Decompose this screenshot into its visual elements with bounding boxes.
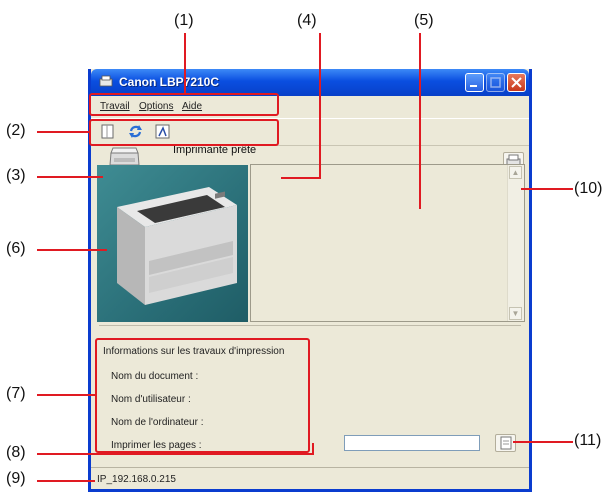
message-pane: ▲ ▼ [250, 164, 525, 322]
leader-4-v [319, 33, 321, 178]
leader-1 [184, 33, 186, 93]
job-details-button[interactable] [495, 434, 516, 452]
maximize-icon [490, 77, 501, 88]
callout-2: (2) [6, 122, 26, 139]
title-bar[interactable]: Canon LBP7210C [91, 69, 529, 96]
printer-app-icon [99, 75, 113, 87]
maximize-button[interactable] [486, 73, 505, 92]
printer-image [97, 165, 248, 322]
minimize-icon [470, 85, 477, 87]
printer-address: IP_192.168.0.215 [97, 474, 176, 485]
callout-11: (11) [574, 432, 602, 449]
callout-9: (9) [6, 470, 26, 487]
leader-9 [37, 480, 95, 482]
callout-6: (6) [6, 240, 26, 257]
leader-11 [513, 441, 573, 443]
callout-3: (3) [6, 167, 26, 184]
callout-1: (1) [174, 12, 194, 29]
minimize-button[interactable] [465, 73, 484, 92]
scroll-up-icon[interactable]: ▲ [509, 166, 522, 179]
callout-4: (4) [297, 12, 317, 29]
scroll-down-icon[interactable]: ▼ [509, 307, 522, 320]
callout-box-job-info [95, 338, 310, 453]
close-button[interactable] [507, 73, 526, 92]
close-icon [511, 77, 522, 88]
callout-5: (5) [414, 12, 434, 29]
leader-3 [37, 176, 103, 178]
callout-7: (7) [6, 385, 26, 402]
callout-box-menu [89, 93, 279, 116]
printer-status-icon [109, 147, 140, 166]
leader-2 [37, 131, 89, 133]
separator [99, 325, 521, 326]
printer-illustration [117, 187, 237, 305]
leader-5 [419, 33, 421, 209]
leader-10 [521, 188, 573, 190]
leader-8-v [312, 443, 314, 455]
leader-6 [37, 249, 107, 251]
print-pages-field [344, 435, 480, 451]
leader-4-h [281, 177, 321, 179]
callout-8: (8) [6, 444, 26, 461]
callout-10: (10) [574, 180, 603, 197]
document-details-icon [500, 436, 512, 450]
leader-8-h [37, 453, 314, 455]
status-bar: IP_192.168.0.215 [91, 467, 529, 490]
leader-7 [37, 394, 95, 396]
window-title: Canon LBP7210C [119, 75, 220, 89]
callout-box-toolbar [89, 119, 279, 146]
